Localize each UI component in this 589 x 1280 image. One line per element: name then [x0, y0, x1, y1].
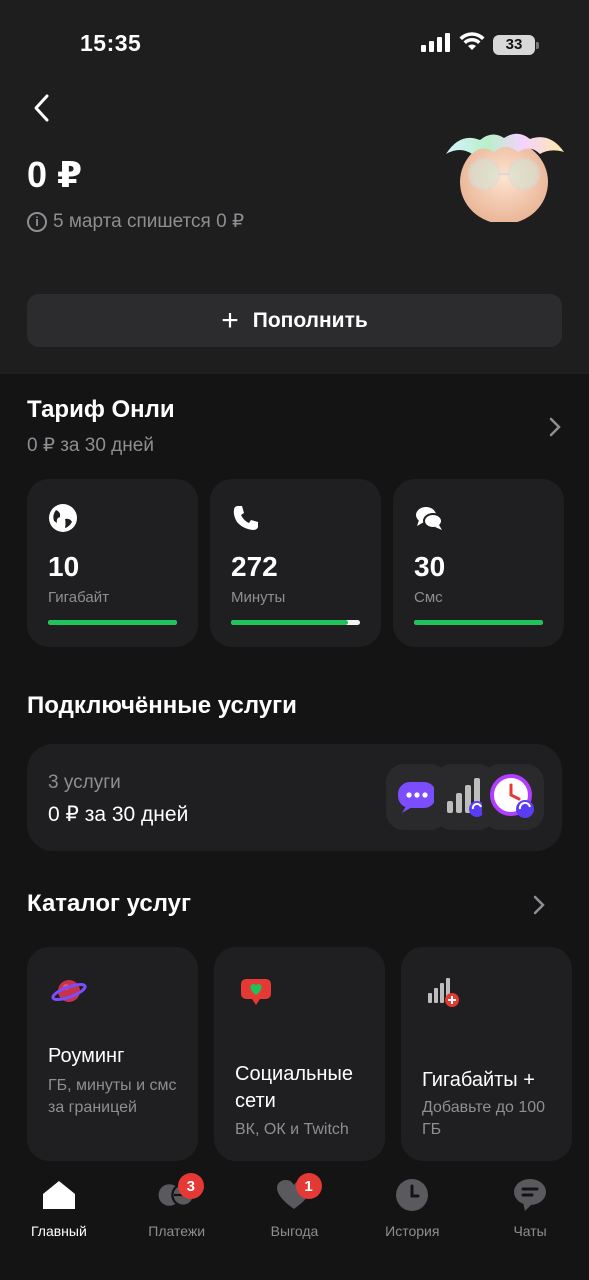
topup-button[interactable]: + Пополнить: [27, 294, 562, 347]
tariff-header[interactable]: Тариф Онли 0 ₽ за 30 дней: [27, 396, 562, 460]
catalog-item-roaming[interactable]: Роуминг ГБ, минуты и смс за границей: [27, 947, 198, 1161]
chat-bubbles-icon: [416, 507, 443, 530]
heart-message-icon: [241, 979, 271, 1005]
chevron-right-icon[interactable]: [532, 894, 546, 916]
catalog-title: Каталог услуг: [27, 890, 192, 917]
wifi-icon: [459, 32, 485, 57]
chevron-left-icon: [34, 94, 49, 122]
catalog-item-title: Роуминг: [48, 1045, 125, 1067]
phone-icon: [233, 506, 258, 530]
tariff-card-internet[interactable]: 10 Гигабайт: [27, 479, 198, 647]
tab-label: Платежи: [148, 1223, 206, 1239]
catalog-carousel[interactable]: Роуминг ГБ, минуты и смс за границей Соц…: [27, 947, 589, 1161]
tariff-cards: 10 Гигабайт 272 Минуты 30 Смс: [27, 479, 564, 647]
back-button[interactable]: [24, 90, 60, 126]
tab-benefits[interactable]: 1 Выгода: [236, 1161, 354, 1280]
usage-bar-fill: [48, 620, 177, 625]
card-label: Минуты: [231, 589, 286, 606]
history-icon: [392, 1177, 432, 1213]
charge-note-text: 5 марта спишется 0 ₽: [53, 211, 245, 232]
services-count: 3 услуги: [48, 772, 121, 793]
catalog-item-title: Гигабайты +: [422, 1069, 535, 1091]
plus-icon: +: [221, 303, 239, 337]
planet-icon: [51, 980, 87, 1002]
tab-home[interactable]: Главный: [0, 1161, 118, 1280]
chevron-right-icon: [549, 417, 561, 437]
tab-history[interactable]: История: [353, 1161, 471, 1280]
catalog-item-social[interactable]: Социальные сети ВК, ОК и Twitch: [214, 947, 385, 1161]
tab-chats[interactable]: Чаты: [471, 1161, 589, 1280]
tab-payments[interactable]: 3 Платежи: [118, 1161, 236, 1280]
chat-icon: [510, 1177, 550, 1213]
tab-label: Выгода: [270, 1223, 319, 1239]
usage-bar-fill: [231, 620, 349, 625]
card-label: Смс: [414, 589, 443, 606]
catalog-item-gigabytes[interactable]: Гигабайты + Добавьте до 100 ГБ: [401, 947, 572, 1161]
usage-bar: [414, 620, 543, 625]
balance-amount: 0 ₽: [27, 154, 83, 195]
catalog-item-title: Социальные сети: [235, 1063, 353, 1112]
tariff-card-minutes[interactable]: 272 Минуты: [210, 479, 381, 647]
services-title: Подключённые услуги: [27, 692, 297, 719]
usage-bar: [48, 620, 177, 625]
status-bar: 15:35 33: [0, 0, 589, 86]
status-time: 15:35: [80, 30, 142, 56]
tab-label: Главный: [30, 1223, 87, 1239]
charge-note: i 5 марта спишется 0 ₽: [27, 210, 244, 233]
usage-bar-fill: [414, 620, 543, 625]
balance-panel: 0 ₽ i 5 марта спишется 0 ₽ + Пополнить: [0, 86, 589, 374]
tariff-price: 0 ₽ за 30 дней: [27, 435, 154, 456]
services-icons: [386, 764, 544, 830]
info-icon[interactable]: i: [27, 211, 47, 232]
catalog-item-desc: Добавьте до 100 ГБ: [422, 1099, 546, 1138]
card-label: Гигабайт: [48, 589, 109, 606]
tariff-title: Тариф Онли: [27, 396, 175, 423]
signal-plus-icon: [428, 978, 459, 1007]
bottom-tabbar: Главный 3 Платежи 1 Выгода История Чаты: [0, 1161, 589, 1280]
services-price: 0 ₽ за 30 дней: [48, 803, 189, 826]
globe-icon: [49, 504, 77, 532]
benefits-badge: 1: [295, 1173, 322, 1199]
clock-icon: [482, 764, 544, 830]
card-value: 30: [414, 551, 446, 582]
tab-label: Чаты: [513, 1223, 547, 1239]
topup-label: Пополнить: [252, 308, 368, 332]
tab-label: История: [385, 1223, 440, 1239]
avatar[interactable]: [440, 132, 568, 224]
payments-badge: 3: [177, 1173, 204, 1199]
catalog-item-desc: ВК, ОК и Twitch: [235, 1121, 349, 1138]
usage-bar: [231, 620, 360, 625]
card-value: 272: [231, 551, 278, 582]
battery-indicator: 33: [493, 34, 539, 55]
cellular-signal-icon: [421, 32, 451, 57]
status-icons: 33: [421, 32, 539, 57]
home-icon: [39, 1177, 79, 1213]
services-card[interactable]: 3 услуги 0 ₽ за 30 дней: [27, 744, 562, 851]
card-value: 10: [48, 551, 80, 582]
catalog-item-desc: ГБ, минуты и смс за границей: [48, 1077, 177, 1116]
tariff-card-sms[interactable]: 30 Смс: [393, 479, 564, 647]
